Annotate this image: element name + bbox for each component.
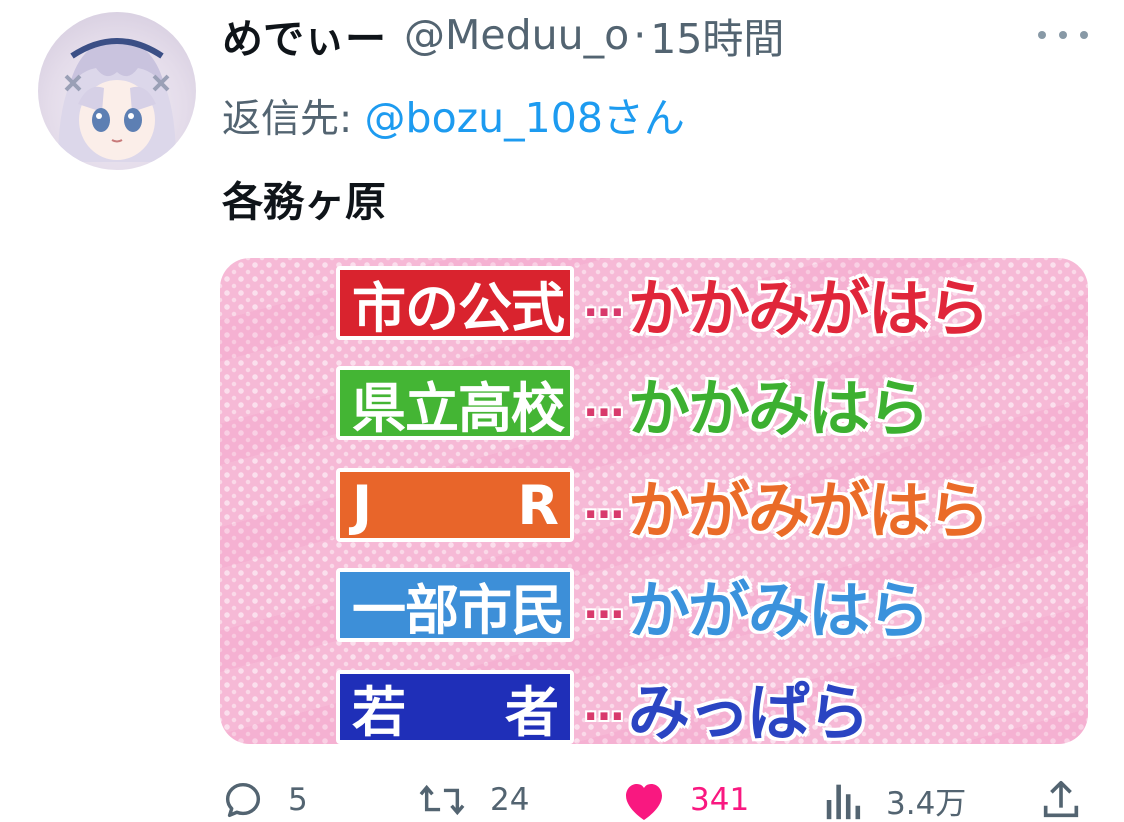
retweet-icon <box>419 784 465 816</box>
row-tag: 若 者 <box>336 670 574 744</box>
avatar[interactable] <box>38 12 196 170</box>
row-tag-text: 一部市民 <box>352 578 565 642</box>
row-tag: 一部市民 <box>336 568 574 642</box>
media-row: 市の公式 … かかみがはら <box>336 266 991 346</box>
row-tag-text-right: 者 <box>505 680 559 744</box>
more-options-icon[interactable] <box>1038 20 1088 50</box>
reply-to-prefix: 返信先: <box>222 97 365 142</box>
row-dots: … <box>584 684 624 730</box>
tweet-action-bar: 5 24 341 3.4万 <box>0 770 1124 822</box>
tweet-timestamp[interactable]: 15時間 <box>650 5 784 65</box>
reply-icon <box>225 782 261 818</box>
like-button[interactable]: 341 <box>620 770 749 822</box>
row-dots: … <box>584 582 624 628</box>
author-handle[interactable]: @Meduu_o <box>404 11 629 59</box>
row-dots: … <box>584 482 624 528</box>
author-display-name[interactable]: めでぃー <box>222 5 386 65</box>
media-row: 県立高校 … かかみはら <box>336 366 931 446</box>
avatar-image <box>58 38 176 162</box>
share-icon <box>1043 780 1079 818</box>
row-reading: みっぱら <box>627 675 871 744</box>
media-row: J R … かがみがはら <box>336 468 991 548</box>
row-tag-text-right: R <box>517 473 559 537</box>
row-dots: … <box>584 280 624 326</box>
tweet-text: 各務ヶ原 <box>222 178 386 226</box>
media-row: 若 者 … みっぱら <box>336 670 871 744</box>
share-button[interactable] <box>1038 770 1084 822</box>
row-tag: J R <box>336 468 574 542</box>
row-reading: かかみはら <box>627 371 931 446</box>
row-reading: かがみがはら <box>627 473 991 548</box>
row-reading: かがみはら <box>627 573 931 648</box>
row-tag: 県立高校 <box>336 366 574 440</box>
views-count: 3.4万 <box>886 785 967 822</box>
row-tag: 市の公式 <box>336 266 574 340</box>
tweet-header: めでぃー @Meduu_o · 15時間 <box>222 6 784 64</box>
header-separator: · <box>633 11 647 59</box>
row-reading: かかみがはら <box>627 271 991 346</box>
row-dots: … <box>584 380 624 426</box>
retweet-button[interactable]: 24 <box>416 770 529 822</box>
reply-count: 5 <box>288 782 308 818</box>
row-tag-text: 県立高校 <box>352 376 565 440</box>
row-tag-text-left: 若 <box>352 680 406 744</box>
row-tag-text-left: J <box>352 473 372 537</box>
reply-to-handle-link[interactable]: @bozu_108さん <box>365 94 685 142</box>
media-row: 一部市民 … かがみはら <box>336 568 931 648</box>
views-button[interactable]: 3.4万 <box>824 770 966 822</box>
heart-icon <box>626 784 662 820</box>
retweet-count: 24 <box>490 782 530 818</box>
views-chart-icon <box>826 784 861 820</box>
reply-to-line: 返信先: @bozu_108さん <box>222 84 685 144</box>
row-tag-text: 市の公式 <box>352 276 565 340</box>
reply-button[interactable]: 5 <box>220 770 308 822</box>
tweet-media-image[interactable]: 市の公式 … かかみがはら 県立高校 … かかみはら J R … かがみがはら … <box>220 258 1088 744</box>
like-count: 341 <box>690 782 750 818</box>
